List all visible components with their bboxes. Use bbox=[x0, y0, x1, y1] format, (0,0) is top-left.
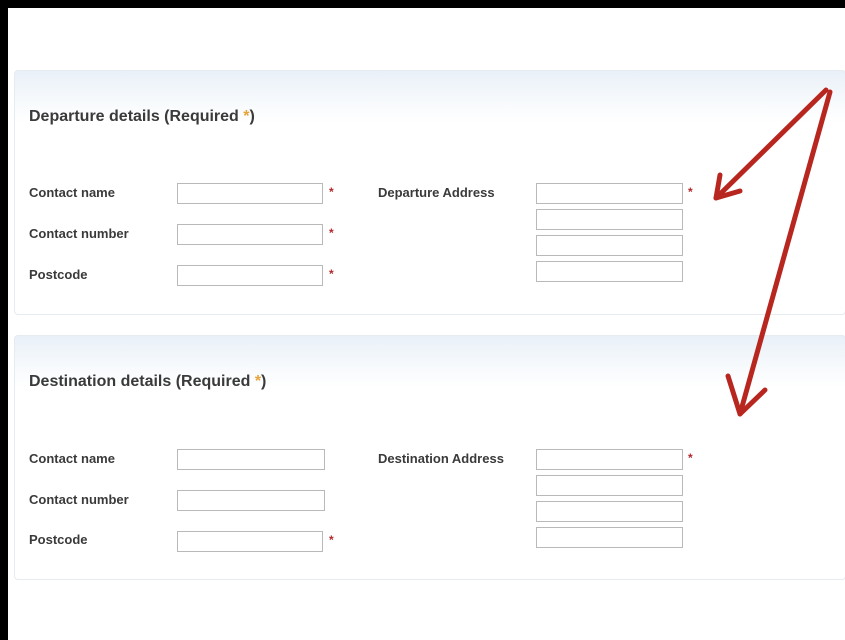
destination-contact-number-input[interactable] bbox=[177, 490, 325, 511]
required-star: * bbox=[329, 226, 334, 240]
departure-address-line1-input[interactable] bbox=[536, 183, 683, 204]
required-star: * bbox=[688, 185, 693, 199]
destination-address-line2-input[interactable] bbox=[536, 475, 683, 496]
destination-address-label: Destination Address bbox=[378, 451, 504, 466]
departure-address-label: Departure Address bbox=[378, 185, 495, 200]
departure-postcode-label: Postcode bbox=[29, 267, 88, 282]
departure-address-line3-input[interactable] bbox=[536, 235, 683, 256]
required-star: * bbox=[688, 451, 693, 465]
destination-contact-name-input[interactable] bbox=[177, 449, 325, 470]
destination-contact-number-label: Contact number bbox=[29, 492, 129, 507]
destination-postcode-input[interactable] bbox=[177, 531, 323, 552]
destination-address-line1-input[interactable] bbox=[536, 449, 683, 470]
destination-details-panel: Destination details (Required *) Contact… bbox=[14, 335, 845, 580]
departure-address-line4-input[interactable] bbox=[536, 261, 683, 282]
destination-postcode-label: Postcode bbox=[29, 532, 88, 547]
page-frame: Departure details (Required *) Contact n… bbox=[8, 8, 845, 640]
departure-contact-number-label: Contact number bbox=[29, 226, 129, 241]
departure-details-panel: Departure details (Required *) Contact n… bbox=[14, 70, 845, 315]
departure-postcode-input[interactable] bbox=[177, 265, 323, 286]
destination-contact-name-label: Contact name bbox=[29, 451, 115, 466]
required-star: * bbox=[329, 185, 334, 199]
required-star: * bbox=[329, 267, 334, 281]
departure-contact-number-input[interactable] bbox=[177, 224, 323, 245]
departure-address-line2-input[interactable] bbox=[536, 209, 683, 230]
required-star: * bbox=[329, 533, 334, 547]
departure-contact-name-label: Contact name bbox=[29, 185, 115, 200]
destination-address-line4-input[interactable] bbox=[536, 527, 683, 548]
departure-details-title: Departure details (Required *) bbox=[29, 108, 255, 125]
departure-contact-name-input[interactable] bbox=[177, 183, 323, 204]
destination-address-line3-input[interactable] bbox=[536, 501, 683, 522]
destination-details-title: Destination details (Required *) bbox=[29, 373, 267, 390]
